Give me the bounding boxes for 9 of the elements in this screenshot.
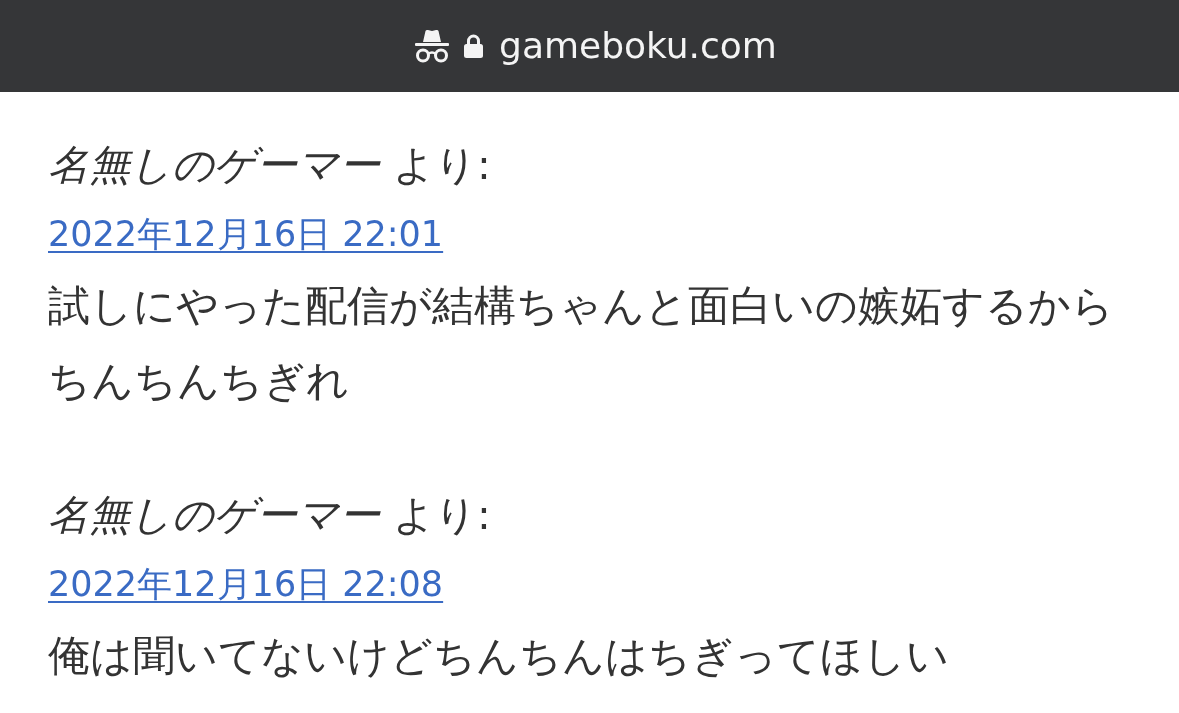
lock-icon (464, 34, 484, 58)
comment-author: 名無しのゲーマー より: (48, 490, 491, 541)
comment-author: 名無しのゲーマー より: (48, 140, 491, 191)
incognito-icon (414, 29, 451, 63)
comment-date-link[interactable]: 2022年12月16日 22:01 (48, 214, 444, 254)
url-text[interactable]: gameboku.com (499, 24, 777, 68)
comment-text: 俺は聞いてないけどちんちんはちぎってほしい (48, 630, 950, 682)
comment-text: 試しにやった配信が結構ちゃんと面白いの嫉妬するからちんちんちぎれ (48, 280, 1115, 407)
comment-date-link[interactable]: 2022年12月16日 22:08 (48, 564, 444, 604)
